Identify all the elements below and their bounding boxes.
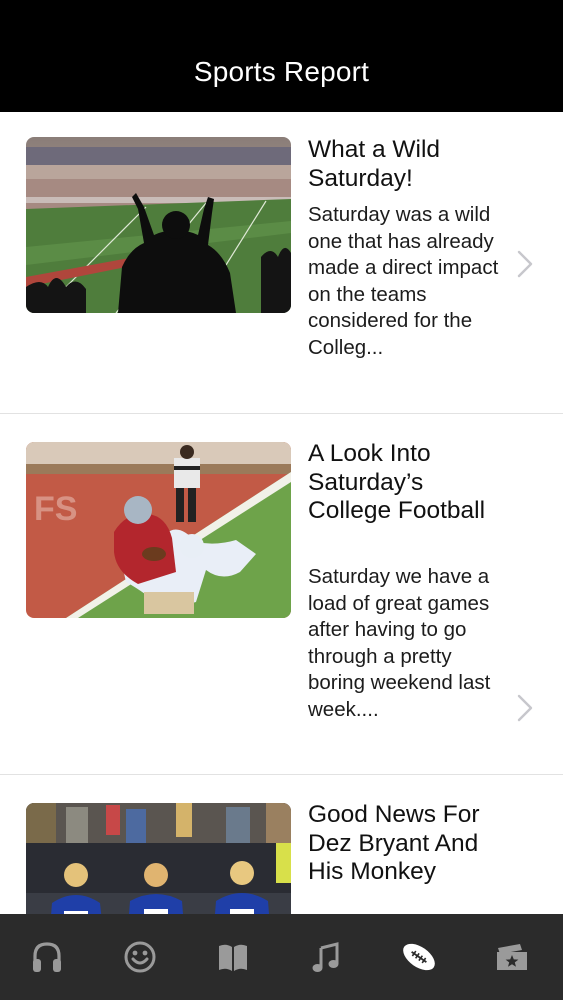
article-summary: Saturday was a wild one that has already… <box>308 203 499 359</box>
article-thumbnail <box>26 137 291 313</box>
article-headline: Good News For Dez Bryant And His Monkey <box>308 801 480 885</box>
article-thumbnail <box>26 803 291 914</box>
cheerleaders-photo <box>26 803 291 914</box>
article-row[interactable]: FS A Look Into Saturday’s College Footba… <box>0 414 563 775</box>
article-row[interactable]: Good News For Dez Bryant And His Monkey <box>0 775 563 914</box>
headphones-icon <box>32 942 61 972</box>
chevron-right-icon <box>517 250 533 278</box>
tab-music[interactable] <box>279 914 372 1000</box>
smiley-icon <box>124 941 155 973</box>
tab-tickets[interactable] <box>465 914 558 1000</box>
tab-bar <box>0 914 563 1000</box>
tab-reading[interactable] <box>186 914 279 1000</box>
navigation-bar: Sports Report <box>0 0 563 112</box>
ticket-star-icon <box>496 944 527 970</box>
tab-fun[interactable] <box>93 914 186 1000</box>
page-title: Sports Report <box>193 56 370 87</box>
article-summary: Saturday we have a load of great games a… <box>308 565 491 721</box>
svg-text:FS: FS <box>34 490 77 528</box>
article-thumbnail: FS <box>26 442 291 618</box>
book-icon <box>218 944 247 971</box>
tab-sports[interactable] <box>372 914 465 1000</box>
article-headline: A Look Into Saturday’s College Football <box>308 440 486 524</box>
article-headline: What a Wild Saturday! <box>308 136 441 192</box>
article-feed[interactable]: What a Wild Saturday! Saturday was a wil… <box>0 112 563 914</box>
football-catch-photo: FS <box>26 442 291 618</box>
stadium-crowd-photo <box>26 137 291 313</box>
app-screen: Sports Report What a Wild Saturday! Satu… <box>0 0 563 1000</box>
chevron-right-icon <box>517 694 533 722</box>
music-note-icon <box>312 942 338 972</box>
tab-audio[interactable] <box>0 914 93 1000</box>
football-icon <box>402 943 435 971</box>
article-row[interactable]: What a Wild Saturday! Saturday was a wil… <box>0 112 563 414</box>
